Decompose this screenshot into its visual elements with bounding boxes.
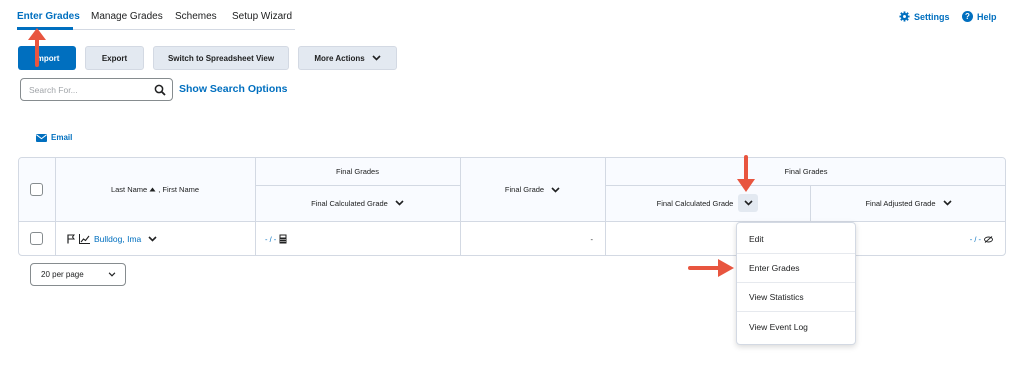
search-icon[interactable] [154, 84, 166, 96]
final-grades-group-header: Final Grades [336, 167, 379, 176]
help-link[interactable]: ? Help [962, 11, 997, 22]
annotation-arrow-right [688, 259, 734, 277]
export-button[interactable]: Export [85, 46, 144, 70]
menu-item-edit[interactable]: Edit [737, 225, 855, 254]
final-calculated-grade-header[interactable]: Final Calculated Grade [255, 185, 460, 221]
help-icon: ? [962, 11, 973, 22]
email-label: Email [51, 133, 73, 142]
select-all-checkbox[interactable] [30, 183, 43, 196]
chevron-down-icon [372, 55, 381, 61]
chevron-down-icon[interactable] [395, 200, 404, 206]
final-adjusted-grade-label: Final Adjusted Grade [865, 198, 936, 208]
show-search-options-link[interactable]: Show Search Options [179, 83, 288, 95]
flag-icon[interactable] [67, 234, 76, 244]
table-row: Bulldog, Ima [55, 221, 255, 255]
calculated-grade-cell: - / - [255, 221, 460, 255]
menu-item-view-statistics[interactable]: View Statistics [737, 283, 855, 312]
final-grade-label: Final Grade [504, 185, 545, 194]
student-name-link[interactable]: Bulldog, Ima [94, 234, 141, 244]
per-page-select[interactable]: 20 per page [30, 263, 126, 286]
final-calculated-grade-label: Final Calculated Grade [311, 198, 388, 208]
more-actions-label: More Actions [314, 53, 365, 63]
annotation-arrow-up [28, 28, 46, 67]
top-tabs: Enter Grades Manage Grades Schemes Setup… [17, 0, 295, 30]
gear-icon [899, 11, 910, 22]
per-page-value: 20 per page [41, 270, 84, 279]
calculator-icon[interactable] [279, 234, 287, 244]
tab-manage-grades[interactable]: Manage Grades [91, 11, 163, 22]
tab-enter-grades[interactable]: Enter Grades [17, 11, 80, 22]
settings-link[interactable]: Settings [899, 11, 950, 22]
menu-item-view-event-log[interactable]: View Event Log [737, 312, 855, 341]
chevron-down-icon[interactable] [551, 186, 560, 193]
chevron-down-icon[interactable] [148, 236, 157, 242]
tab-schemes[interactable]: Schemes [175, 11, 217, 22]
search-placeholder: Search For... [29, 85, 78, 95]
hidden-eye-icon [984, 235, 993, 243]
chevron-down-icon [744, 200, 753, 206]
email-button[interactable]: Email [36, 133, 72, 142]
progress-chart-icon[interactable] [79, 234, 90, 244]
row-checkbox[interactable] [30, 232, 43, 245]
tab-setup-wizard[interactable]: Setup Wizard [232, 11, 292, 22]
menu-item-enter-grades[interactable]: Enter Grades [737, 254, 855, 283]
envelope-icon [36, 133, 47, 142]
spreadsheet-view-button[interactable]: Switch to Spreadsheet View [153, 46, 289, 70]
sort-ascending-icon [149, 187, 156, 192]
chevron-down-icon[interactable] [942, 200, 952, 206]
settings-label: Settings [914, 11, 950, 22]
column-context-menu: Edit Enter Grades View Statistics View E… [736, 222, 856, 345]
grades-table: Last Name , First Name Final Grades Fina… [18, 157, 1006, 256]
calculated-grade-value[interactable]: - / - [265, 235, 276, 244]
annotation-arrow-down [737, 155, 755, 192]
final-grades-group-header-2: Final Grades [784, 167, 828, 176]
adjusted-grade-value[interactable]: - / - [970, 235, 981, 244]
search-input[interactable]: Search For... [20, 78, 173, 101]
final-adjusted-grade-header[interactable]: Final Adjusted Grade [810, 185, 1005, 221]
last-name-sort-label[interactable]: Last Name [111, 185, 147, 194]
more-actions-button[interactable]: More Actions [298, 46, 397, 70]
column-menu-button[interactable] [738, 194, 759, 212]
final-grade-cell: - [590, 234, 594, 244]
help-label: Help [977, 11, 997, 22]
chevron-down-icon [108, 272, 116, 277]
final-calculated-grade-label-2: Final Calculated Grade [656, 198, 734, 208]
final-calculated-grade-header-2[interactable]: Final Calculated Grade [605, 185, 810, 221]
first-name-sort-label[interactable]: , First Name [158, 185, 199, 194]
name-column-header[interactable]: Last Name , First Name [55, 158, 255, 221]
final-grade-header[interactable]: Final Grade [460, 158, 605, 221]
